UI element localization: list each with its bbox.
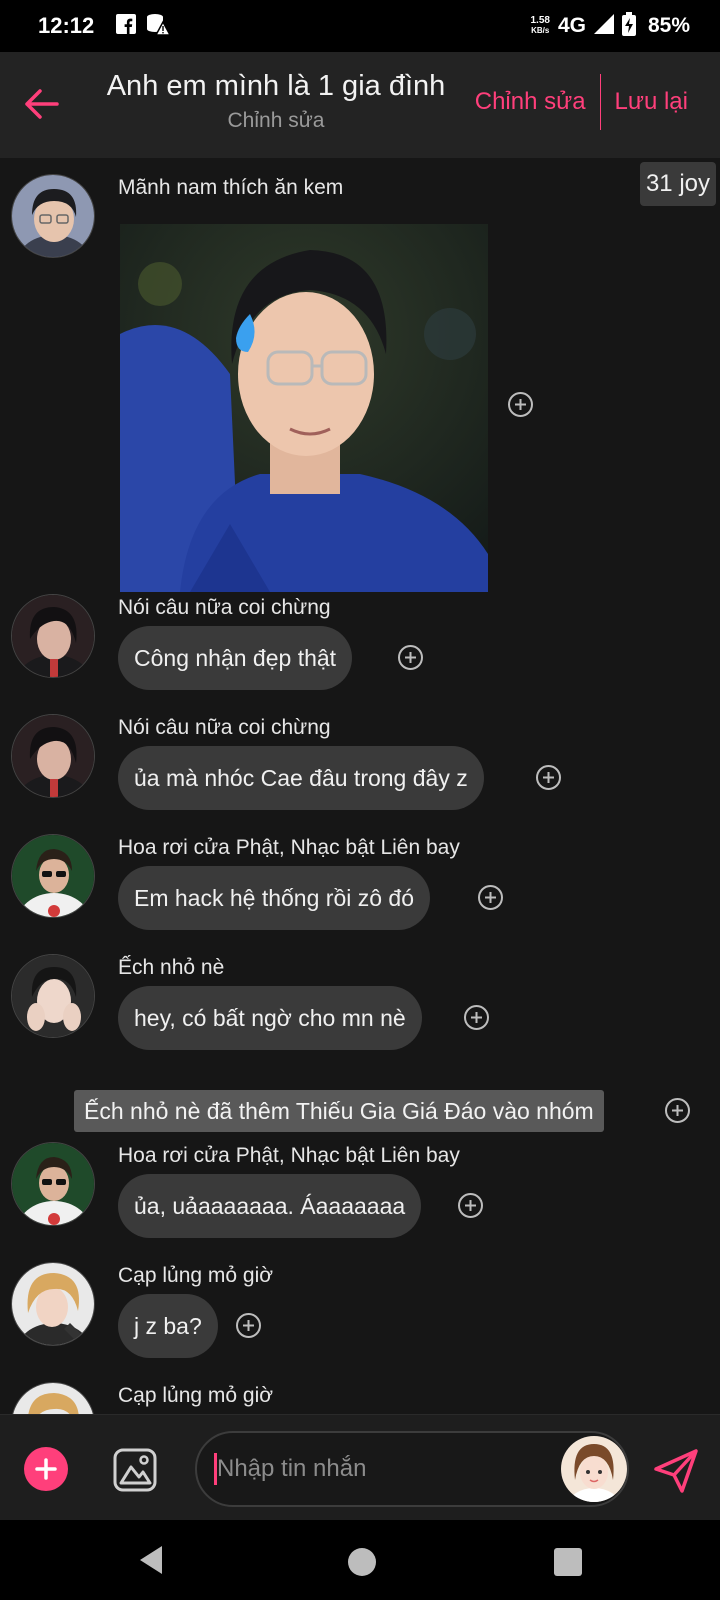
nav-home-button[interactable] (348, 1548, 376, 1576)
add-reaction-button[interactable] (665, 1098, 690, 1123)
add-reaction-button[interactable] (398, 645, 423, 670)
add-reaction-button[interactable] (508, 392, 533, 417)
message-list[interactable]: 31 joy Mãnh nam thích ăn kem Nói câu nữa… (0, 158, 720, 1414)
avatar[interactable] (11, 594, 95, 678)
battery-percent: 85% (647, 14, 690, 37)
add-reaction-button[interactable] (236, 1313, 261, 1338)
sticker-button[interactable] (561, 1436, 627, 1502)
avatar[interactable] (11, 834, 95, 918)
chat-title: Anh em mình là 1 gia đình (106, 70, 446, 102)
sender-name: Cạp lủng mỏ giờ (118, 1264, 274, 1287)
network-type: 4G (557, 14, 586, 37)
triangle-back-icon (140, 1546, 162, 1574)
add-reaction-button[interactable] (536, 765, 561, 790)
message-bubble[interactable]: j z ba? (118, 1294, 218, 1358)
avatar[interactable] (11, 174, 95, 258)
joy-badge[interactable]: 31 joy (639, 162, 716, 206)
message-input-bar (0, 1414, 720, 1520)
chat-header: Anh em mình là 1 gia đình Chỉnh sửa Chỉn… (0, 52, 720, 158)
nav-back-button[interactable] (138, 1544, 164, 1581)
header-actions: Chỉnh sửa Lưu lại (461, 74, 702, 130)
message-bubble[interactable]: Công nhận đẹp thật (118, 626, 353, 690)
status-bar: 12:12 1.58 KB/s 4G 85% (0, 0, 720, 52)
sender-name: Nói câu nữa coi chừng (118, 596, 331, 619)
system-message: Ếch nhỏ nè đã thêm Thiếu Gia Giá Đáo vào… (74, 1090, 604, 1132)
image-icon (113, 1448, 157, 1492)
add-reaction-button[interactable] (464, 1005, 489, 1030)
database-warning-icon (146, 13, 172, 40)
facebook-icon (116, 13, 137, 39)
sender-name: Hoa rơi cửa Phật, Nhạc bật Liên bay (118, 836, 460, 859)
add-reaction-button[interactable] (478, 885, 503, 910)
sender-name: Ếch nhỏ nè (118, 956, 225, 979)
image-picker-button[interactable] (112, 1447, 158, 1493)
send-button[interactable] (652, 1447, 700, 1495)
avatar[interactable] (11, 1262, 95, 1346)
sender-name: Mãnh nam thích ăn kem (118, 176, 344, 199)
edit-button[interactable]: Chỉnh sửa (461, 88, 600, 116)
avatar[interactable] (11, 1382, 95, 1414)
sender-name: Nói câu nữa coi chừng (118, 716, 331, 739)
message-bubble[interactable]: Em hack hệ thống rồi zô đó (118, 866, 430, 930)
chat-subtitle[interactable]: Chỉnh sửa (96, 109, 456, 133)
message-image[interactable] (120, 224, 488, 592)
message-bubble[interactable]: hey, có bất ngờ cho mn nè (118, 986, 422, 1050)
text-caret (214, 1453, 217, 1485)
nav-recents-button[interactable] (554, 1548, 582, 1576)
message-bubble[interactable]: ủa, uảaaaaaaa. Áaaaaaaa (118, 1174, 422, 1238)
title-block: Anh em mình là 1 gia đình Chỉnh sửa (96, 70, 456, 133)
avatar[interactable] (11, 1142, 95, 1226)
plus-icon (35, 1458, 57, 1480)
signal-icon (593, 13, 614, 39)
system-nav-bar (0, 1520, 720, 1600)
battery-charging-icon (621, 11, 636, 41)
save-button[interactable]: Lưu lại (601, 88, 702, 116)
message-bubble[interactable]: ủa mà nhóc Cae đâu trong đây z (118, 746, 484, 810)
network-speed: 1.58 KB/s (530, 15, 550, 36)
back-button[interactable] (20, 82, 64, 126)
back-arrow-icon (25, 89, 59, 119)
send-icon (654, 1449, 698, 1493)
avatar[interactable] (11, 954, 95, 1038)
add-button[interactable] (24, 1447, 68, 1491)
add-reaction-button[interactable] (458, 1193, 483, 1218)
sender-name: Hoa rơi cửa Phật, Nhạc bật Liên bay (118, 1144, 460, 1167)
status-time: 12:12 (38, 13, 95, 38)
sender-name: Cạp lủng mỏ giờ (118, 1384, 274, 1407)
avatar[interactable] (11, 714, 95, 798)
